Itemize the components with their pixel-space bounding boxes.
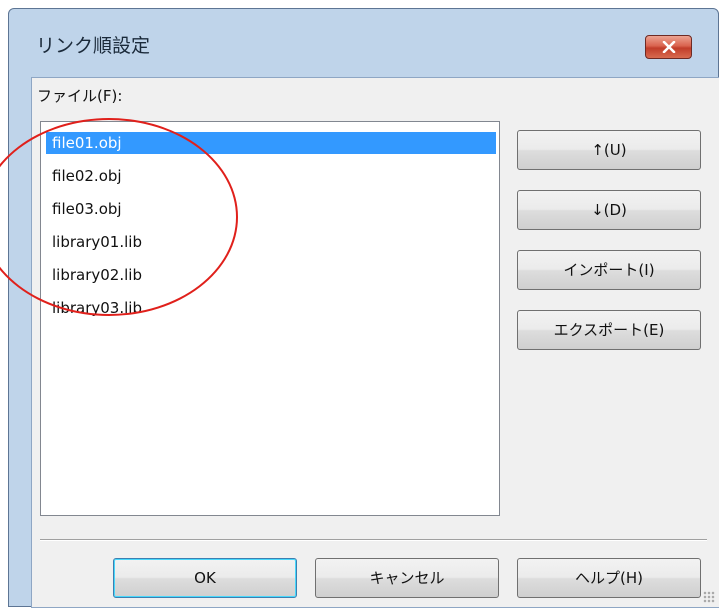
help-button[interactable]: ヘルプ(H)	[517, 558, 701, 598]
file-list-label: ファイル(F):	[37, 87, 123, 105]
list-item-label: library03.lib	[52, 299, 142, 317]
title-bar[interactable]: リンク順設定	[9, 9, 718, 77]
list-item-label: file02.obj	[52, 167, 122, 185]
resize-grip-icon[interactable]	[703, 591, 715, 603]
close-x-icon	[662, 41, 676, 53]
list-item[interactable]: library02.lib	[46, 264, 496, 286]
list-item[interactable]: file03.obj	[46, 198, 496, 220]
separator-line	[40, 539, 707, 541]
list-item[interactable]: file01.obj	[46, 132, 496, 154]
ok-button[interactable]: OK	[113, 558, 297, 598]
list-item-label: file01.obj	[52, 134, 122, 152]
dialog-title: リンク順設定	[36, 35, 151, 57]
file-listbox[interactable]: file01.obj file02.obj file03.obj library…	[40, 121, 500, 516]
close-button[interactable]	[645, 35, 692, 59]
list-item[interactable]: file02.obj	[46, 165, 496, 187]
dialog-client-area: ファイル(F): file01.obj file02.obj file03.ob…	[31, 77, 719, 608]
link-order-dialog: リンク順設定 ファイル(F): file01.obj file02.obj fi…	[8, 8, 719, 608]
list-item[interactable]: library01.lib	[46, 231, 496, 253]
list-item-label: file03.obj	[52, 200, 122, 218]
list-item-label: library01.lib	[52, 233, 142, 251]
list-item-label: library02.lib	[52, 266, 142, 284]
move-up-button[interactable]: ↑(U)	[517, 130, 701, 170]
cancel-button[interactable]: キャンセル	[315, 558, 499, 598]
move-down-button[interactable]: ↓(D)	[517, 190, 701, 230]
list-item[interactable]: library03.lib	[46, 297, 496, 319]
export-button[interactable]: エクスポート(E)	[517, 310, 701, 350]
import-button[interactable]: インポート(I)	[517, 250, 701, 290]
